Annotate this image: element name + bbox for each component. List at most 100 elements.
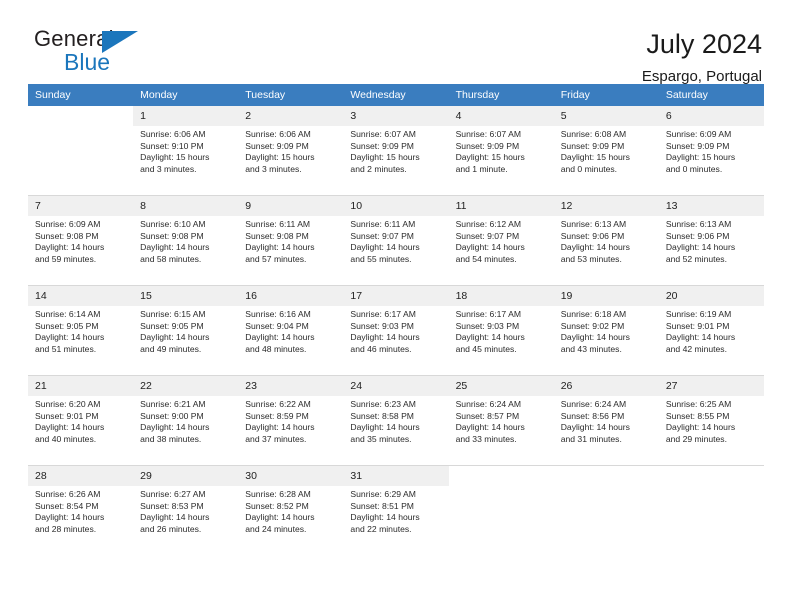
sunrise-line: Sunrise: 6:09 AM xyxy=(665,129,732,139)
day-number xyxy=(553,466,659,473)
day-details: Sunrise: 6:23 AM Sunset: 8:58 PM Dayligh… xyxy=(343,396,448,445)
calendar-body: 1 Sunrise: 6:06 AM Sunset: 9:10 PM Dayli… xyxy=(28,106,764,555)
day-cell-empty xyxy=(448,465,554,555)
day-cell[interactable]: 5 Sunrise: 6:08 AM Sunset: 9:09 PM Dayli… xyxy=(553,106,659,196)
day-cell[interactable]: 3 Sunrise: 6:07 AM Sunset: 9:09 PM Dayli… xyxy=(343,106,449,196)
day-cell[interactable]: 11 Sunrise: 6:12 AM Sunset: 9:07 PM Dayl… xyxy=(448,195,554,286)
daylight-line-1: Daylight: 14 hours xyxy=(560,332,630,343)
day-cell[interactable]: 25 Sunrise: 6:24 AM Sunset: 8:57 PM Dayl… xyxy=(448,375,554,466)
day-details: Sunrise: 6:11 AM Sunset: 9:07 PM Dayligh… xyxy=(343,216,448,265)
daylight-line-1: Daylight: 14 hours xyxy=(140,242,210,253)
day-number xyxy=(448,466,554,473)
sunset-line: Sunset: 9:04 PM xyxy=(245,320,309,331)
day-cell[interactable]: 9 Sunrise: 6:11 AM Sunset: 9:08 PM Dayli… xyxy=(238,195,344,286)
sunset-line: Sunset: 8:58 PM xyxy=(350,410,414,421)
day-number: 10 xyxy=(343,196,449,216)
daylight-line-1: Daylight: 14 hours xyxy=(665,242,736,253)
daylight-line-2: and 52 minutes. xyxy=(665,253,727,264)
daylight-line-1: Daylight: 14 hours xyxy=(35,422,105,433)
daylight-line-2: and 3 minutes. xyxy=(140,163,197,174)
day-cell[interactable]: 20 Sunrise: 6:19 AM Sunset: 9:01 PM Dayl… xyxy=(658,285,764,376)
day-details: Sunrise: 6:19 AM Sunset: 9:01 PM Dayligh… xyxy=(659,306,764,355)
day-cell[interactable]: 22 Sunrise: 6:21 AM Sunset: 9:00 PM Dayl… xyxy=(133,375,239,466)
day-cell[interactable]: 27 Sunrise: 6:25 AM Sunset: 8:55 PM Dayl… xyxy=(658,375,764,466)
day-number: 7 xyxy=(28,196,134,216)
day-cell[interactable]: 29 Sunrise: 6:27 AM Sunset: 8:53 PM Dayl… xyxy=(133,465,239,555)
day-number: 30 xyxy=(238,466,344,486)
day-cell[interactable]: 7 Sunrise: 6:09 AM Sunset: 9:08 PM Dayli… xyxy=(28,195,134,286)
day-number xyxy=(658,466,764,473)
day-cell[interactable]: 6 Sunrise: 6:09 AM Sunset: 9:09 PM Dayli… xyxy=(658,106,764,196)
day-cell[interactable]: 23 Sunrise: 6:22 AM Sunset: 8:59 PM Dayl… xyxy=(238,375,344,466)
sunrise-line: Sunrise: 6:06 AM xyxy=(245,129,311,139)
daylight-line-2: and 58 minutes. xyxy=(140,253,202,264)
day-cell[interactable]: 26 Sunrise: 6:24 AM Sunset: 8:56 PM Dayl… xyxy=(553,375,659,466)
daylight-line-2: and 35 minutes. xyxy=(350,433,412,444)
day-cell[interactable]: 1 Sunrise: 6:06 AM Sunset: 9:10 PM Dayli… xyxy=(133,106,239,196)
daylight-line-1: Daylight: 14 hours xyxy=(140,512,210,523)
day-details: Sunrise: 6:09 AM Sunset: 9:09 PM Dayligh… xyxy=(659,126,764,175)
day-number: 5 xyxy=(553,106,659,126)
day-cell[interactable]: 12 Sunrise: 6:13 AM Sunset: 9:06 PM Dayl… xyxy=(553,195,659,286)
day-cell[interactable]: 28 Sunrise: 6:26 AM Sunset: 8:54 PM Dayl… xyxy=(28,465,134,555)
day-cell[interactable]: 18 Sunrise: 6:17 AM Sunset: 9:03 PM Dayl… xyxy=(448,285,554,376)
daylight-line-1: Daylight: 14 hours xyxy=(140,422,210,433)
day-details: Sunrise: 6:18 AM Sunset: 9:02 PM Dayligh… xyxy=(554,306,659,355)
day-details: Sunrise: 6:08 AM Sunset: 9:09 PM Dayligh… xyxy=(554,126,659,175)
calendar-table: Sunday Monday Tuesday Wednesday Thursday… xyxy=(28,84,764,555)
day-details: Sunrise: 6:12 AM Sunset: 9:07 PM Dayligh… xyxy=(449,216,554,265)
daylight-line-1: Daylight: 14 hours xyxy=(560,242,630,253)
daylight-line-2: and 2 minutes. xyxy=(350,163,407,174)
day-cell[interactable]: 30 Sunrise: 6:28 AM Sunset: 8:52 PM Dayl… xyxy=(238,465,344,555)
day-cell[interactable]: 14 Sunrise: 6:14 AM Sunset: 9:05 PM Dayl… xyxy=(28,285,134,376)
day-cell[interactable]: 15 Sunrise: 6:15 AM Sunset: 9:05 PM Dayl… xyxy=(133,285,239,376)
day-cell[interactable]: 13 Sunrise: 6:13 AM Sunset: 9:06 PM Dayl… xyxy=(658,195,764,286)
weekday-header-saturday: Saturday xyxy=(658,84,764,106)
day-details: Sunrise: 6:07 AM Sunset: 9:09 PM Dayligh… xyxy=(449,126,554,175)
daylight-line-2: and 59 minutes. xyxy=(35,253,97,264)
day-cell[interactable]: 16 Sunrise: 6:16 AM Sunset: 9:04 PM Dayl… xyxy=(238,285,344,376)
day-cell[interactable]: 4 Sunrise: 6:07 AM Sunset: 9:09 PM Dayli… xyxy=(448,106,554,196)
daylight-line-2: and 49 minutes. xyxy=(140,343,202,354)
sunrise-line: Sunrise: 6:11 AM xyxy=(245,219,311,229)
sunset-line: Sunset: 8:53 PM xyxy=(140,500,204,511)
day-cell[interactable]: 10 Sunrise: 6:11 AM Sunset: 9:07 PM Dayl… xyxy=(343,195,449,286)
sunrise-line: Sunrise: 6:24 AM xyxy=(455,399,522,409)
calendar-week-row: 1 Sunrise: 6:06 AM Sunset: 9:10 PM Dayli… xyxy=(28,106,764,196)
day-cell[interactable]: 17 Sunrise: 6:17 AM Sunset: 9:03 PM Dayl… xyxy=(343,285,449,376)
daylight-line-1: Daylight: 14 hours xyxy=(140,332,210,343)
day-cell[interactable]: 19 Sunrise: 6:18 AM Sunset: 9:02 PM Dayl… xyxy=(553,285,659,376)
day-number: 13 xyxy=(658,196,764,216)
daylight-line-2: and 31 minutes. xyxy=(560,433,622,444)
sunset-line: Sunset: 9:07 PM xyxy=(350,230,414,241)
day-cell[interactable]: 24 Sunrise: 6:23 AM Sunset: 8:58 PM Dayl… xyxy=(343,375,449,466)
day-cell[interactable]: 2 Sunrise: 6:06 AM Sunset: 9:09 PM Dayli… xyxy=(238,106,344,196)
sunset-line: Sunset: 9:09 PM xyxy=(350,140,414,151)
day-cell[interactable]: 8 Sunrise: 6:10 AM Sunset: 9:08 PM Dayli… xyxy=(133,195,239,286)
brand-logo[interactable]: General Blue xyxy=(28,28,208,84)
daylight-line-2: and 22 minutes. xyxy=(350,523,412,534)
daylight-line-1: Daylight: 14 hours xyxy=(245,422,315,433)
calendar-week-row: 21 Sunrise: 6:20 AM Sunset: 9:01 PM Dayl… xyxy=(28,375,764,466)
day-cell[interactable]: 21 Sunrise: 6:20 AM Sunset: 9:01 PM Dayl… xyxy=(28,375,134,466)
sunset-line: Sunset: 9:01 PM xyxy=(35,410,99,421)
page-subtitle: Espargo, Portugal xyxy=(641,68,762,85)
day-number: 23 xyxy=(238,376,344,396)
daylight-line-2: and 33 minutes. xyxy=(455,433,517,444)
sunset-line: Sunset: 9:03 PM xyxy=(455,320,520,331)
day-details: Sunrise: 6:29 AM Sunset: 8:51 PM Dayligh… xyxy=(343,486,448,535)
daylight-line-2: and 53 minutes. xyxy=(560,253,622,264)
day-details: Sunrise: 6:10 AM Sunset: 9:08 PM Dayligh… xyxy=(133,216,238,265)
day-cell[interactable]: 31 Sunrise: 6:29 AM Sunset: 8:51 PM Dayl… xyxy=(343,465,449,555)
daylight-line-2: and 37 minutes. xyxy=(245,433,307,444)
daylight-line-1: Daylight: 15 hours xyxy=(350,152,420,163)
day-cell[interactable] xyxy=(28,106,134,196)
sunset-line: Sunset: 9:05 PM xyxy=(35,320,99,331)
sunset-line: Sunset: 9:10 PM xyxy=(140,140,204,151)
weekday-header-thursday: Thursday xyxy=(448,84,554,106)
weekday-header-sunday: Sunday xyxy=(28,84,134,106)
daylight-line-2: and 43 minutes. xyxy=(560,343,622,354)
daylight-line-2: and 51 minutes. xyxy=(35,343,97,354)
daylight-line-2: and 3 minutes. xyxy=(245,163,302,174)
sunset-line: Sunset: 9:08 PM xyxy=(140,230,204,241)
